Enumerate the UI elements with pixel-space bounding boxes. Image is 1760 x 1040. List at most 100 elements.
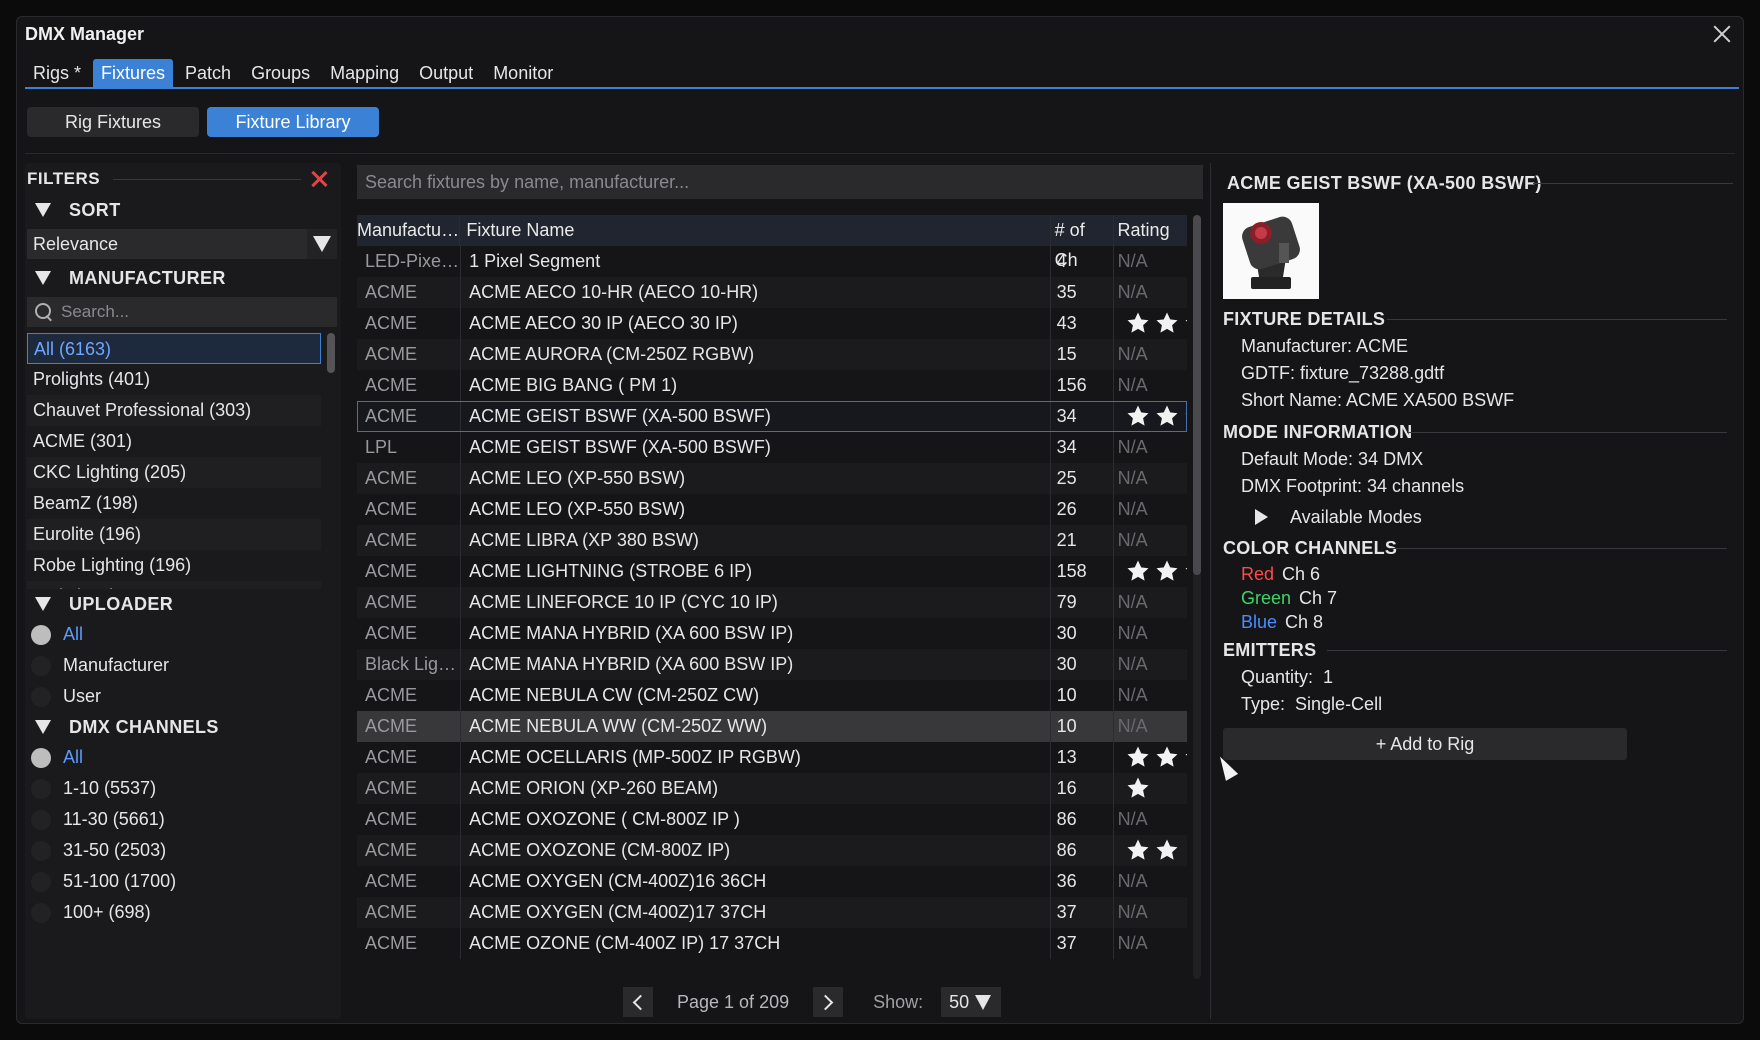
emitters-label: EMITTERS — [1223, 640, 1317, 660]
uploader-option[interactable]: Manufacturer — [25, 650, 341, 681]
table-row[interactable]: ACME ACME ORION (XP-260 BEAM) 16 — [357, 773, 1187, 804]
radio-button[interactable] — [31, 624, 51, 645]
radio-button[interactable] — [31, 686, 51, 707]
table-row[interactable]: ACME ACME OXOZONE (CM-800Z IP) 86 — [357, 835, 1187, 866]
fixture-details-panel: ACME GEIST BSWF (XA-500 BSWF) FIXTURE DE… — [1217, 163, 1737, 1023]
manufacturer-item[interactable]: ACME (301) — [27, 426, 321, 457]
manufacturer-item[interactable]: Prolights (401) — [27, 364, 321, 395]
dmx-channels-option-label: 100+ (698) — [63, 902, 151, 922]
manufacturer-item[interactable]: BeamZ (198) — [27, 488, 321, 519]
radio-button[interactable] — [31, 840, 51, 861]
close-icon[interactable] — [1709, 21, 1735, 47]
color-channel-number: Ch 7 — [1299, 588, 1338, 608]
radio-button[interactable] — [31, 655, 51, 676]
rating-stars — [1118, 308, 1187, 338]
dmx-channels-option[interactable]: 31-50 (2503) — [25, 835, 341, 866]
table-row[interactable]: ACME ACME OXYGEN (CM-400Z)17 37CH 37 N/A — [357, 897, 1187, 928]
manufacturer-item[interactable]: Chauvet Professional (303) — [27, 395, 321, 426]
column-header-manufacturer[interactable]: Manufacturer — [357, 215, 461, 246]
cell-manufacturer: LPL — [357, 432, 462, 463]
uploader-section-toggle[interactable]: UPLOADER — [25, 589, 341, 619]
dmx-channels-section-toggle[interactable]: DMX CHANNELS — [25, 712, 341, 742]
dmx-channels-option[interactable]: 11-30 (5661) — [25, 804, 341, 835]
subtab-rig-fixtures[interactable]: Rig Fixtures — [27, 107, 199, 137]
dmx-channels-option[interactable]: 1-10 (5537) — [25, 773, 341, 804]
next-page-button[interactable] — [813, 987, 844, 1017]
uploader-option[interactable]: All — [25, 619, 341, 650]
subtab-fixture-library[interactable]: Fixture Library — [207, 107, 379, 137]
table-row[interactable]: ACME ACME AECO 10-HR (AECO 10-HR) 35 N/A — [357, 277, 1187, 308]
table-row[interactable]: ACME ACME OXYGEN (CM-400Z)16 36CH 36 N/A — [357, 866, 1187, 897]
table-row[interactable]: ACME ACME GEIST BSWF (XA-500 BSWF) 34 — [357, 401, 1187, 432]
table-row[interactable]: LPL ACME GEIST BSWF (XA-500 BSWF) 34 N/A — [357, 432, 1187, 463]
radio-button[interactable] — [31, 902, 51, 923]
clear-filters-icon[interactable] — [309, 169, 329, 189]
table-scrollbar-thumb[interactable] — [1193, 215, 1201, 575]
manufacturer-item[interactable]: Robe Lighting (196) — [27, 550, 321, 581]
table-row[interactable]: ACME ACME OXOZONE ( CM-800Z IP ) 86 N/A — [357, 804, 1187, 835]
table-row[interactable]: ACME ACME OZONE (CM-400Z IP) 17 37CH 37 N/A — [357, 928, 1187, 959]
manufacturer-item[interactable]: CKC Lighting (205) — [27, 457, 321, 488]
manufacturer-item[interactable]: Eurolite (196) — [27, 519, 321, 550]
uploader-option[interactable]: User — [25, 681, 341, 712]
fixture-search-input[interactable] — [365, 171, 1185, 193]
cell-fixture-name: ACME LINEFORCE 10 IP (CYC 10 IP) — [461, 587, 1051, 618]
cell-channels: 37 — [1051, 897, 1114, 928]
dmx-channels-option[interactable]: 100+ (698) — [25, 897, 341, 928]
add-to-rig-button[interactable]: + Add to Rig — [1223, 728, 1627, 760]
radio-button[interactable] — [31, 809, 51, 830]
table-row[interactable]: ACME ACME OCELLARIS (MP-500Z IP RGBW) 13 — [357, 742, 1187, 773]
table-row[interactable]: ACME ACME MANA HYBRID (XA 600 BSW IP) 30 N/… — [357, 618, 1187, 649]
triangle-down-icon — [35, 720, 51, 734]
cell-channels: 34 — [1051, 401, 1114, 432]
dmx-channels-option-label: 51-100 (1700) — [63, 871, 177, 891]
tab-groups[interactable]: Groups — [243, 59, 318, 87]
prev-page-button[interactable] — [623, 987, 653, 1017]
manufacturer-search-input[interactable] — [61, 302, 321, 322]
color-channels-section: COLOR CHANNELS — [1217, 534, 1737, 562]
radio-button[interactable] — [31, 871, 51, 892]
tab-fixtures[interactable]: Fixtures — [93, 59, 174, 87]
column-header-fixture-name[interactable]: Fixture Name — [460, 215, 1051, 246]
table-row[interactable]: ACME ACME LIBRA (XP 380 BSW) 21 N/A — [357, 525, 1187, 556]
page-size-select[interactable]: 50 — [941, 987, 1002, 1017]
column-header-rating[interactable]: Rating — [1114, 215, 1187, 246]
table-row[interactable]: ACME ACME AURORA (CM-250Z RGBW) 15 N/A — [357, 339, 1187, 370]
table-row[interactable]: ACME ACME LINEFORCE 10 IP (CYC 10 IP) 79 N/… — [357, 587, 1187, 618]
manufacturer-list: All (6163) Prolights (401) Chauvet Profess… — [27, 333, 337, 589]
tab-patch[interactable]: Patch — [177, 59, 239, 87]
dmx-channels-option[interactable]: 51-100 (1700) — [25, 866, 341, 897]
manufacturer-item[interactable]: All (6163) — [27, 333, 321, 364]
table-row[interactable]: ACME ACME LEO (XP-550 BSW) 25 N/A — [357, 463, 1187, 494]
radio-button[interactable] — [31, 747, 51, 768]
table-scrollbar[interactable] — [1193, 215, 1201, 979]
tab-rigs[interactable]: Rigs * — [25, 59, 89, 87]
rating-stars — [1118, 835, 1187, 865]
sort-select[interactable]: Relevance — [27, 229, 337, 259]
radio-button[interactable] — [31, 778, 51, 799]
cell-fixture-name: ACME BIG BANG ( PM 1) — [461, 370, 1051, 401]
table-row[interactable]: ACME ACME BIG BANG ( PM 1) 156 N/A — [357, 370, 1187, 401]
available-modes-toggle[interactable]: Available Modes — [1217, 500, 1737, 534]
table-row[interactable]: ACME ACME NEBULA CW (CM-250Z CW) 10 N/A — [357, 680, 1187, 711]
dmx-channels-option[interactable]: All — [25, 742, 341, 773]
tab-monitor[interactable]: Monitor — [485, 59, 561, 87]
table-row[interactable]: ACME ACME LEO (XP-550 BSW) 26 N/A — [357, 494, 1187, 525]
sort-section-toggle[interactable]: SORT — [25, 195, 341, 225]
tab-output[interactable]: Output — [411, 59, 481, 87]
table-row[interactable]: LED-Pixel ... 1 Pixel Segment 4 N/A — [357, 246, 1187, 277]
table-row[interactable]: ACME ACME LIGHTNING (STROBE 6 IP) 158 — [357, 556, 1187, 587]
tab-mapping[interactable]: Mapping — [322, 59, 407, 87]
cell-channels: 35 — [1051, 277, 1114, 308]
table-row[interactable]: Black Ligh... ACME MANA HYBRID (XA 600 BS… — [357, 649, 1187, 680]
search-icon — [35, 303, 53, 321]
column-header-channels[interactable]: # of Ch — [1051, 215, 1114, 270]
table-row[interactable]: ACME ACME NEBULA WW (CM-250Z WW) 10 N/A — [357, 711, 1187, 742]
details-title-row: ACME GEIST BSWF (XA-500 BSWF) — [1217, 163, 1737, 203]
manufacturer-item[interactable]: Tmb (188) — [27, 581, 321, 589]
rating-stars — [1118, 773, 1187, 803]
page-size-value: 50 — [949, 991, 970, 1012]
manufacturer-section-toggle[interactable]: MANUFACTURER — [25, 263, 341, 293]
manufacturer-list-scrollbar[interactable] — [327, 333, 335, 373]
table-row[interactable]: ACME ACME AECO 30 IP (AECO 30 IP) 43 — [357, 308, 1187, 339]
